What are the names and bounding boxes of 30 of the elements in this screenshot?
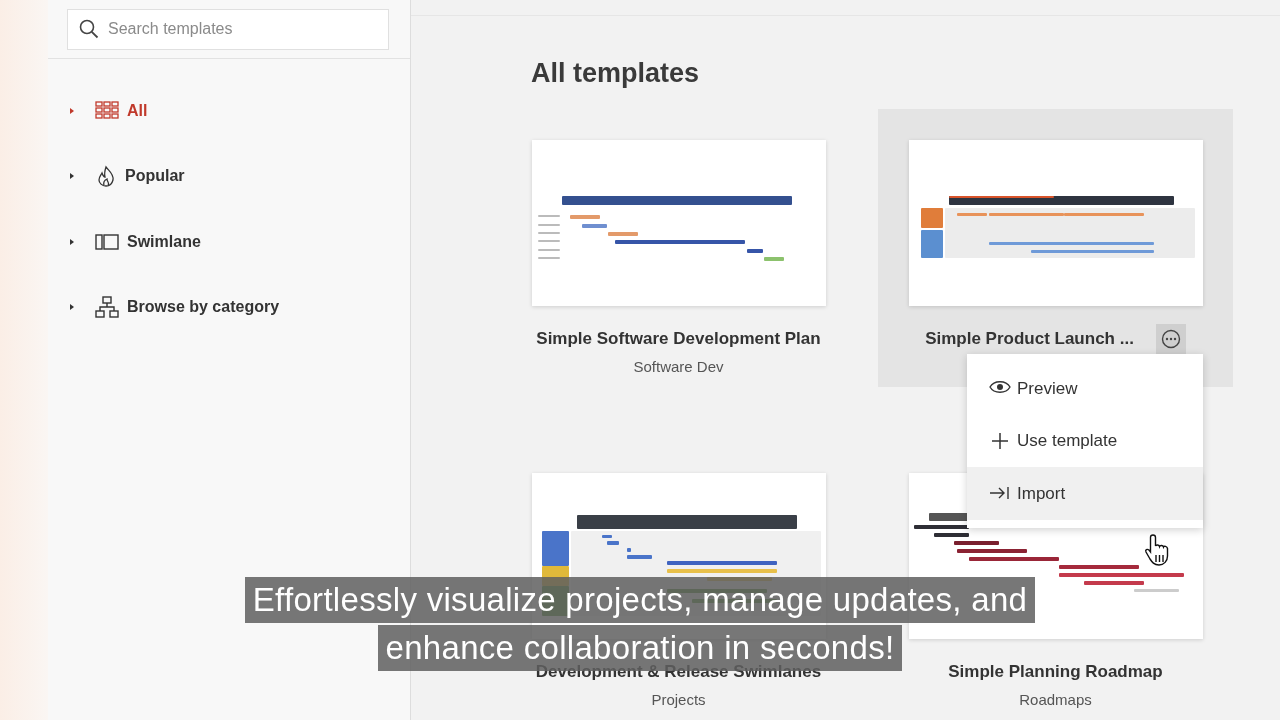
search-icon <box>79 18 99 39</box>
caret-icon <box>68 172 76 181</box>
caret-icon <box>68 237 76 246</box>
plus-icon <box>989 431 1011 450</box>
template-thumbnail[interactable] <box>531 140 826 306</box>
template-title: Simple Product Launch ... <box>925 328 1134 351</box>
caret-icon <box>68 303 76 312</box>
more-options-button[interactable] <box>1155 324 1186 354</box>
template-title: Simple Planning Roadmap <box>948 661 1163 684</box>
template-category: Software Dev <box>633 357 724 377</box>
sidebar-item[interactable]: Browse by category <box>68 274 410 340</box>
caret-icon <box>68 106 76 115</box>
hierarchy-icon <box>95 296 119 319</box>
template-category: Projects <box>651 690 706 710</box>
template-category: Roadmaps <box>1019 690 1092 710</box>
menu-item[interactable]: Use template <box>967 414 1203 467</box>
swimlane-icon <box>95 233 119 250</box>
sidebar-item[interactable]: All <box>68 78 410 144</box>
grid-icon <box>95 101 119 121</box>
sidebar-item[interactable]: Popular <box>68 143 410 209</box>
more-icon <box>1160 329 1181 349</box>
sidebar-item[interactable]: Swimlane <box>68 209 410 275</box>
search-field[interactable]: Search templates <box>67 8 389 50</box>
template-title: Simple Software Development Plan <box>536 328 821 351</box>
page-heading: All templates <box>531 60 701 87</box>
flame-icon <box>95 165 117 188</box>
menu-item[interactable]: Preview <box>967 362 1203 415</box>
template-thumbnail[interactable] <box>908 140 1203 306</box>
caption-overlay: Effortlessly visualize projects, manage updates, and <box>244 577 1036 623</box>
menu-item[interactable]: Import <box>967 467 1203 520</box>
